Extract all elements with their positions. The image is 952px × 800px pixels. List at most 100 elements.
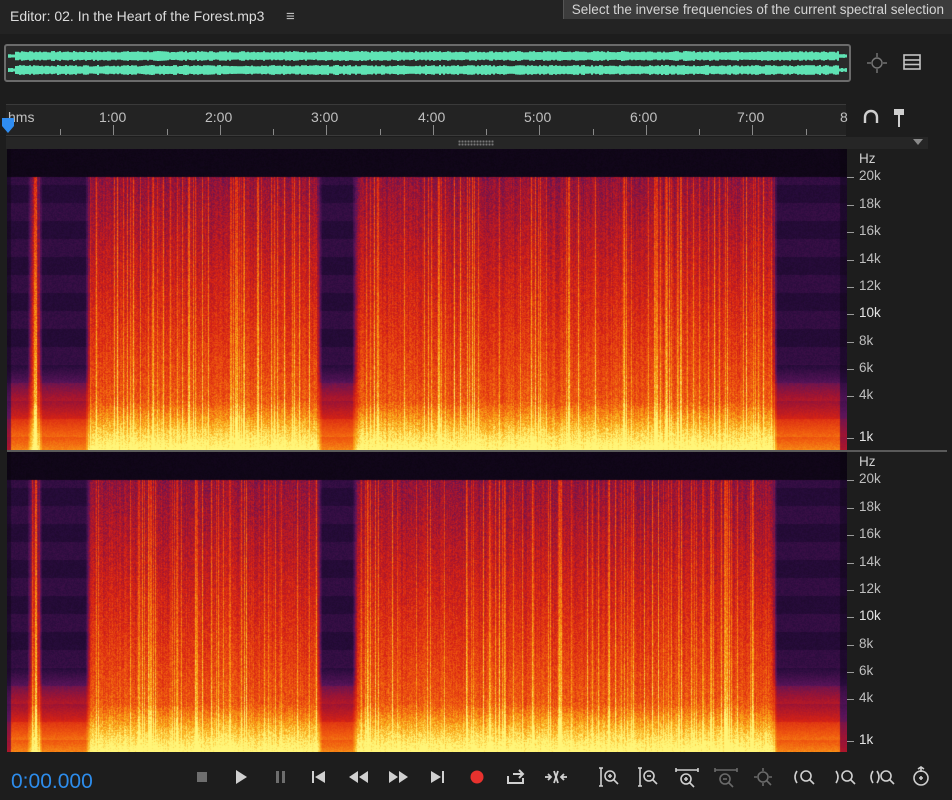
frequency-tick: [847, 260, 854, 261]
spectrogram-channel-left[interactable]: [7, 149, 847, 450]
zoom-in-point-icon[interactable]: [791, 766, 815, 788]
marker-pin-icon[interactable]: [892, 108, 906, 133]
zoom-selection-icon[interactable]: [868, 766, 895, 788]
frequency-label: 12k: [859, 278, 881, 293]
frequency-label: 8k: [859, 636, 874, 651]
frequency-label: 4k: [859, 690, 874, 705]
skip-to-start-button[interactable]: [308, 766, 330, 788]
timeline-label: 7:00: [737, 109, 765, 125]
frequency-tick: [847, 590, 854, 591]
skip-to-end-button[interactable]: [427, 766, 449, 788]
stop-button[interactable]: [191, 766, 213, 788]
record-button[interactable]: [466, 766, 488, 788]
frequency-tick: [847, 508, 854, 509]
rewind-button[interactable]: [347, 766, 369, 788]
frequency-label: 16k: [859, 526, 881, 541]
timeline-label: 4:00: [418, 109, 446, 125]
frequency-tick: [847, 205, 854, 206]
frequency-tick: [847, 232, 854, 233]
frequency-label: 10k: [859, 305, 881, 320]
frequency-label: 18k: [859, 196, 881, 211]
waveform-channel: [8, 51, 847, 61]
hamburger-icon[interactable]: ≡: [286, 8, 295, 25]
timeline-tick: [326, 125, 328, 135]
frequency-label: 6k: [859, 663, 874, 678]
timeline-tick: [113, 125, 115, 135]
frequency-label: 16k: [859, 223, 881, 238]
frequency-tick: [847, 287, 854, 288]
zoom-target-icon[interactable]: [866, 52, 888, 79]
timeline-ruler[interactable]: hms 1:00 2:00 3:00 4:00 5:00 6:00 7:00 8: [6, 104, 848, 136]
frequency-unit-label: Hz: [859, 151, 876, 166]
frequency-label: 6k: [859, 360, 874, 375]
frequency-tick: [847, 177, 854, 178]
frequency-label: 1k: [859, 732, 874, 747]
frequency-label: 20k: [859, 168, 881, 183]
timeline-tick: [699, 129, 700, 135]
time-display[interactable]: 0:00.000: [11, 770, 93, 794]
zoom-out-amplitude-icon[interactable]: [635, 766, 658, 788]
timeline-tick: [166, 129, 168, 135]
resize-grip[interactable]: [458, 140, 494, 146]
frequency-label: 18k: [859, 499, 881, 514]
magnet-icon[interactable]: [862, 109, 880, 132]
frequency-label: 10k: [859, 608, 881, 623]
zoom-in-amplitude-icon[interactable]: [596, 766, 619, 788]
timeline-tick: [60, 129, 61, 135]
frequency-label: 1k: [859, 429, 874, 444]
zoom-full-icon[interactable]: [752, 766, 774, 788]
frequency-axis: Hz 20k 18k 16k 14k 12k 10k 8k 6k 4k 1k: [847, 452, 947, 752]
zoom-reset-icon[interactable]: [910, 766, 932, 788]
overview-waveform-graphic: [8, 51, 847, 75]
frequency-label: 4k: [859, 387, 874, 402]
waveform-channel: [8, 65, 847, 75]
zoom-in-time-icon[interactable]: [674, 766, 699, 788]
timeline-tick: [219, 125, 221, 135]
timeline-tick: [379, 129, 381, 135]
timeline-label: 5:00: [524, 109, 552, 125]
timeline-label: 8: [840, 109, 848, 125]
timeline-tick: [592, 129, 594, 135]
timeline-tick: [432, 125, 434, 135]
skip-selection-button[interactable]: [543, 766, 567, 788]
overview-waveform[interactable]: [4, 44, 851, 82]
frequency-tick: [847, 563, 854, 564]
zoom-out-time-icon[interactable]: [713, 766, 738, 788]
zoom-out-point-icon[interactable]: [832, 766, 856, 788]
frequency-tick: [847, 535, 854, 536]
frequency-tick: [847, 672, 854, 673]
frequency-label: 14k: [859, 554, 881, 569]
timeline-label: 2:00: [205, 109, 233, 125]
editor-titlebar: Editor: 02. In the Heart of the Forest.m…: [0, 0, 952, 34]
frequency-tick: [847, 480, 854, 481]
frequency-tick: [847, 438, 854, 439]
timeline-label: 3:00: [311, 109, 339, 125]
list-icon[interactable]: [903, 53, 921, 76]
timeline-tick: [539, 125, 541, 135]
playhead-marker[interactable]: [1, 117, 15, 135]
timeline-tick: [273, 129, 274, 135]
track-divider-bar: [6, 137, 928, 149]
spectrogram-channel-right[interactable]: [7, 452, 847, 752]
frequency-label: 8k: [859, 333, 874, 348]
frequency-label: 20k: [859, 471, 881, 486]
play-button[interactable]: [230, 766, 252, 788]
frequency-tick: [847, 741, 854, 742]
timeline-label: 1:00: [99, 109, 127, 125]
frequency-tick: [847, 369, 854, 370]
timeline-tick: [486, 129, 487, 135]
chevron-down-icon[interactable]: [913, 139, 923, 145]
frequency-axis: Hz 20k 18k 16k 14k 12k 10k 8k 6k 4k 1k: [847, 149, 947, 450]
frequency-tick: [847, 396, 854, 397]
transport-bar: 0:00.000: [0, 756, 952, 800]
spectrogram-canvas: [7, 452, 847, 752]
fast-forward-button[interactable]: [386, 766, 408, 788]
editor-title: Editor: 02. In the Heart of the Forest.m…: [10, 8, 265, 24]
frequency-tick: [847, 314, 854, 315]
loop-playback-button[interactable]: [504, 766, 526, 788]
timeline-tick: [752, 125, 754, 135]
frequency-tick: [847, 617, 854, 618]
timeline-tick: [805, 129, 807, 135]
pause-button[interactable]: [270, 766, 292, 788]
spectrogram-canvas: [7, 149, 847, 450]
